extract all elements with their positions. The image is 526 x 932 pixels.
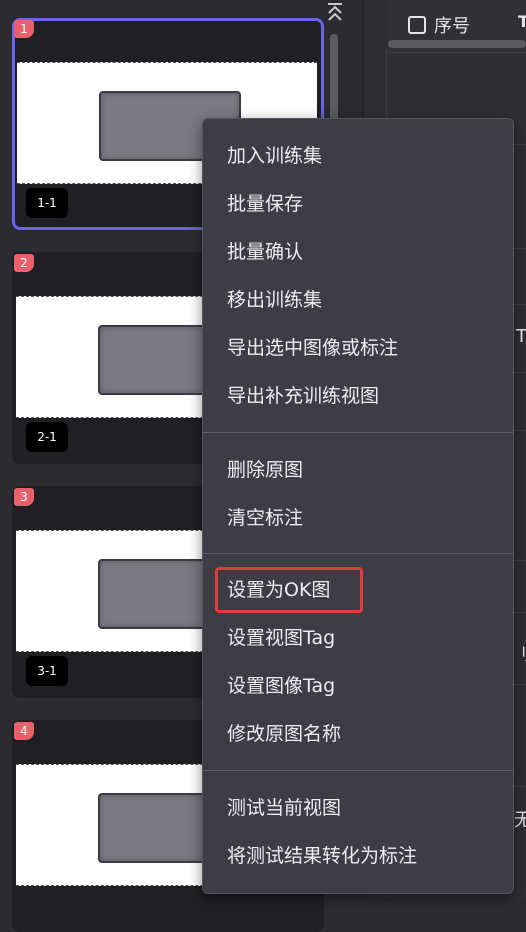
menu-item-rename-original[interactable]: 修改原图名称 — [227, 719, 341, 749]
menu-item-test-current-view[interactable]: 测试当前视图 — [227, 793, 341, 823]
menu-separator — [203, 432, 513, 433]
menu-separator — [203, 770, 513, 771]
menu-item-export-supplementary-views[interactable]: 导出补充训练视图 — [227, 381, 379, 411]
menu-item-set-image-tag[interactable]: 设置图像Tag — [227, 671, 335, 701]
menu-item-clear-annotations[interactable]: 清空标注 — [227, 503, 303, 533]
column-header-t[interactable]: T — [518, 12, 526, 31]
table-cell-text: 刂 — [514, 644, 526, 665]
view-label: 1-1 — [26, 188, 68, 218]
menu-item-set-view-tag[interactable]: 设置视图Tag — [227, 623, 335, 653]
menu-item-set-as-ok[interactable]: 设置为OK图 — [227, 575, 330, 605]
menu-item-batch-save[interactable]: 批量保存 — [227, 189, 303, 219]
menu-item-delete-original[interactable]: 删除原图 — [227, 455, 303, 485]
thumbnail-index-badge: 1 — [14, 20, 34, 38]
context-menu: 加入训练集 批量保存 批量确认 移出训练集 导出选中图像或标注 导出补充训练视图… — [202, 118, 514, 894]
menu-item-batch-confirm[interactable]: 批量确认 — [227, 237, 303, 267]
column-header-index[interactable]: 序号 — [434, 12, 470, 38]
thumbnail-index-badge: 2 — [14, 254, 34, 272]
table-row-line — [388, 52, 526, 53]
thumbnail-index-badge: 4 — [14, 722, 34, 740]
table-cell-text: 无 — [514, 810, 526, 831]
menu-separator — [203, 553, 513, 554]
menu-item-convert-results-to-annotations[interactable]: 将测试结果转化为标注 — [227, 841, 417, 871]
collapse-up-icon[interactable] — [326, 2, 344, 24]
table-cell-text: T — [516, 326, 526, 347]
horizontal-scrollbar[interactable] — [388, 40, 526, 48]
menu-item-export-selected[interactable]: 导出选中图像或标注 — [227, 333, 398, 363]
select-all-checkbox[interactable] — [408, 16, 426, 34]
thumbnail-index-badge: 3 — [14, 488, 34, 506]
menu-item-remove-from-training-set[interactable]: 移出训练集 — [227, 285, 322, 315]
view-label: 3-1 — [26, 656, 68, 686]
view-label: 2-1 — [26, 422, 68, 452]
menu-item-add-to-training-set[interactable]: 加入训练集 — [227, 141, 322, 171]
